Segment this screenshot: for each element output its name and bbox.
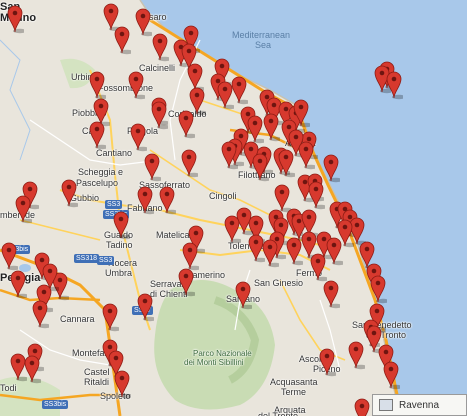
map-marker-pin-icon[interactable] <box>223 214 244 244</box>
map-marker-pin-icon[interactable] <box>353 397 371 416</box>
map-marker-pin-icon[interactable] <box>180 148 201 178</box>
map-marker-pin-icon[interactable] <box>177 267 198 297</box>
road-shield: SS3bis <box>42 400 69 409</box>
map-marker-pin-icon[interactable] <box>151 32 172 62</box>
map-marker-pin-icon[interactable] <box>247 233 268 263</box>
park-label-2: dei Monti Sibillini <box>184 358 244 367</box>
map-marker-pin-icon[interactable] <box>234 280 255 310</box>
map-marker-pin-icon[interactable] <box>188 86 209 116</box>
map-marker-pin-icon[interactable] <box>382 360 403 390</box>
map-marker-pin-icon[interactable] <box>9 269 30 299</box>
map-marker-pin-icon[interactable] <box>251 152 272 182</box>
map-marker-pin-icon[interactable] <box>101 302 122 332</box>
place-label: Acquasanta <box>270 377 318 387</box>
map-marker-pin-icon[interactable] <box>158 185 179 215</box>
map-marker-pin-icon[interactable] <box>136 292 157 322</box>
place-label: Ritaldi <box>84 377 110 387</box>
map-marker-pin-icon[interactable] <box>134 7 155 37</box>
map-marker-pin-icon[interactable] <box>150 100 171 130</box>
road-shield: SS3 <box>105 200 123 209</box>
place-label: Pascelupo <box>76 178 119 188</box>
map-marker-pin-icon[interactable] <box>307 180 328 210</box>
map-marker-pin-icon[interactable] <box>88 120 109 150</box>
map-marker-pin-icon[interactable] <box>0 241 21 271</box>
place-label: Castel <box>84 367 110 377</box>
place-label: San Ginesio <box>254 278 304 288</box>
map-marker-pin-icon[interactable] <box>129 122 150 152</box>
map-marker-pin-icon[interactable] <box>318 347 339 377</box>
map-marker-pin-icon[interactable] <box>6 4 27 34</box>
overview-map-control[interactable]: Ravenna <box>372 394 467 416</box>
map-marker-pin-icon[interactable] <box>31 299 52 329</box>
sea-label: Mediterranean <box>232 30 291 40</box>
map-marker-pin-icon[interactable] <box>9 352 30 382</box>
road-shield: SS3 <box>97 256 115 265</box>
map-canvas[interactable]: SanMarinoPesaroCalcinelliUrbinoFossombro… <box>0 0 467 416</box>
map-marker-pin-icon[interactable] <box>385 70 406 100</box>
place-label: Cingoli <box>209 191 237 201</box>
place-label: Umbra <box>105 268 133 278</box>
map-marker-pin-icon[interactable] <box>216 80 237 110</box>
map-marker-pin-icon[interactable] <box>369 274 390 304</box>
place-label: Cannara <box>60 314 95 324</box>
map-marker-pin-icon[interactable] <box>277 148 298 178</box>
map-marker-pin-icon[interactable] <box>113 369 134 399</box>
map-marker-pin-icon[interactable] <box>127 70 148 100</box>
map-marker-pin-icon[interactable] <box>322 279 343 309</box>
road-shield: SS318 <box>74 254 100 263</box>
map-marker-pin-icon[interactable] <box>309 252 330 282</box>
map-marker-pin-icon[interactable] <box>143 152 164 182</box>
place-label: Todi <box>0 383 17 393</box>
ravenna-label: Ravenna <box>399 400 440 411</box>
place-label: Tadino <box>106 240 133 250</box>
place-label: Terme <box>281 387 307 397</box>
map-marker-pin-icon[interactable] <box>88 70 109 100</box>
map-marker-pin-icon[interactable] <box>297 140 318 170</box>
place-label: Matelica <box>156 230 190 240</box>
map-marker-pin-icon[interactable] <box>112 210 133 240</box>
overview-map-icon <box>379 399 393 411</box>
map-marker-pin-icon[interactable] <box>347 340 368 370</box>
map-marker-pin-icon[interactable] <box>60 178 81 208</box>
map-marker-pin-icon[interactable] <box>113 25 134 55</box>
place-label: Scheggia e <box>78 167 124 177</box>
place-label: del Tronto <box>258 411 299 416</box>
map-marker-pin-icon[interactable] <box>220 140 241 170</box>
sea-label-2: Sea <box>255 40 272 50</box>
map-marker-pin-icon[interactable] <box>322 153 343 183</box>
map-marker-pin-icon[interactable] <box>325 236 346 266</box>
map-marker-pin-icon[interactable] <box>136 185 157 215</box>
map-marker-pin-icon[interactable] <box>14 194 35 224</box>
